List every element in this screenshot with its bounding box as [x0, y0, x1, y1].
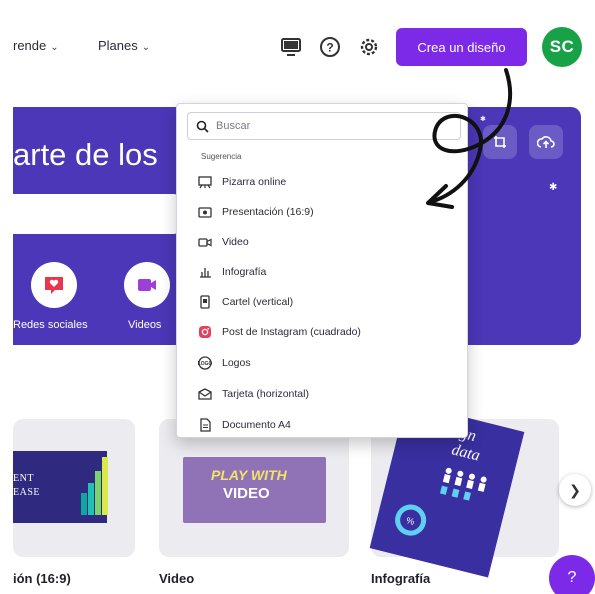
svg-text:%: % — [405, 515, 415, 527]
chevron-down-icon: ⌄ — [141, 42, 151, 53]
nav-link-planes[interactable]: Planes ⌄ — [98, 38, 150, 53]
menu-item-label: Pizarra online — [222, 176, 287, 188]
menu-item-post-instagram[interactable]: Post de Instagram (cuadrado) — [197, 320, 457, 344]
chevron-right-icon: ❯ — [569, 481, 581, 498]
bar-chart-icon — [197, 264, 213, 280]
donut-chart-icon: % — [395, 504, 427, 536]
menu-item-label: Infografía — [222, 266, 267, 278]
menu-item-label: Video — [222, 236, 249, 248]
thumb-text: ENT — [13, 473, 34, 484]
video-camera-icon — [138, 279, 156, 291]
section-label: Sugerencia — [201, 152, 242, 161]
heart-chat-icon — [45, 277, 63, 294]
video-icon — [197, 234, 213, 250]
create-design-button[interactable]: Crea un diseño — [396, 28, 527, 66]
svg-text:LOGO: LOGO — [198, 361, 212, 367]
create-design-dropdown: Sugerencia Pizarra online Presentación (… — [176, 103, 468, 438]
instagram-icon — [197, 324, 213, 340]
menu-item-documento-a4[interactable]: Documento A4 — [197, 413, 457, 437]
top-navigation: rende ⌄ Planes ⌄ ? Crea un diseño SC — [0, 0, 595, 96]
menu-item-label: Documento A4 — [222, 419, 291, 431]
hero-title: arte de los — [13, 137, 158, 173]
menu-item-logos[interactable]: LOGO Logos — [197, 351, 457, 375]
menu-item-label: Post de Instagram (cuadrado) — [222, 326, 361, 338]
thumb-bar — [81, 493, 87, 515]
whiteboard-icon — [197, 174, 213, 190]
menu-item-pizarra-online[interactable]: Pizarra online — [197, 170, 457, 194]
thumb-text: PLAY WITH — [211, 467, 287, 483]
sparkle-icon: ✱ — [480, 116, 486, 123]
resize-icon[interactable] — [483, 125, 517, 159]
card-label: ión (16:9) — [13, 571, 71, 586]
chevron-down-icon: ⌄ — [50, 42, 59, 53]
sparkle-icon: ✱ — [549, 182, 558, 193]
avatar[interactable]: SC — [542, 27, 582, 67]
presentation-thumbnail: ENT EASE — [13, 451, 108, 523]
dropdown-search[interactable] — [187, 112, 461, 140]
presentation-icon — [197, 204, 213, 220]
nav-link-label: rende — [13, 38, 47, 53]
search-icon — [196, 120, 209, 133]
thumb-bar — [95, 471, 101, 515]
nav-link-label: Planes — [98, 38, 138, 53]
menu-item-cartel[interactable]: Cartel (vertical) — [197, 290, 457, 314]
menu-item-label: Presentación (16:9) — [222, 206, 314, 218]
hero-title-text: arte de los — [13, 137, 158, 172]
thumb-text: VIDEO — [223, 485, 270, 502]
nav-link-aprende[interactable]: rende ⌄ — [13, 38, 59, 53]
menu-item-label: Cartel (vertical) — [222, 296, 294, 308]
poster-icon — [197, 294, 213, 310]
video-thumbnail: PLAY WITH VIDEO — [183, 457, 326, 523]
people-icons — [439, 467, 487, 501]
menu-item-video[interactable]: Video — [197, 230, 457, 254]
logo-icon: LOGO — [197, 355, 213, 371]
upload-cloud-icon[interactable] — [529, 125, 563, 159]
thumb-text: data — [449, 441, 482, 465]
help-circle-icon[interactable]: ? — [317, 34, 343, 60]
shortcut-social-media-button[interactable] — [31, 262, 77, 308]
gear-icon[interactable] — [356, 34, 382, 60]
menu-item-presentacion[interactable]: Presentación (16:9) — [197, 200, 457, 224]
menu-item-label: Logos — [222, 357, 251, 369]
card-label: Infografía — [371, 571, 431, 586]
monitor-icon[interactable] — [278, 34, 304, 60]
menu-item-label: Tarjeta (horizontal) — [222, 388, 309, 400]
shortcut-label: Redes sociales — [13, 319, 88, 331]
menu-item-tarjeta[interactable]: Tarjeta (horizontal) — [197, 382, 457, 406]
carousel-next-button[interactable]: ❯ — [559, 474, 591, 506]
search-input[interactable] — [216, 120, 436, 132]
svg-text:?: ? — [326, 41, 333, 55]
document-icon — [197, 417, 213, 433]
card-label: Video — [159, 571, 195, 586]
hero-search-input[interactable] — [13, 194, 178, 234]
thumb-text: EASE — [13, 487, 40, 498]
shortcut-label: Videos — [128, 319, 162, 331]
help-button[interactable]: ? — [549, 555, 595, 594]
shortcut-videos-button[interactable] — [124, 262, 170, 308]
thumb-bar — [102, 457, 108, 515]
thumb-bar — [88, 483, 94, 515]
menu-item-infografia[interactable]: Infografía — [197, 260, 457, 284]
card-icon — [197, 386, 213, 402]
